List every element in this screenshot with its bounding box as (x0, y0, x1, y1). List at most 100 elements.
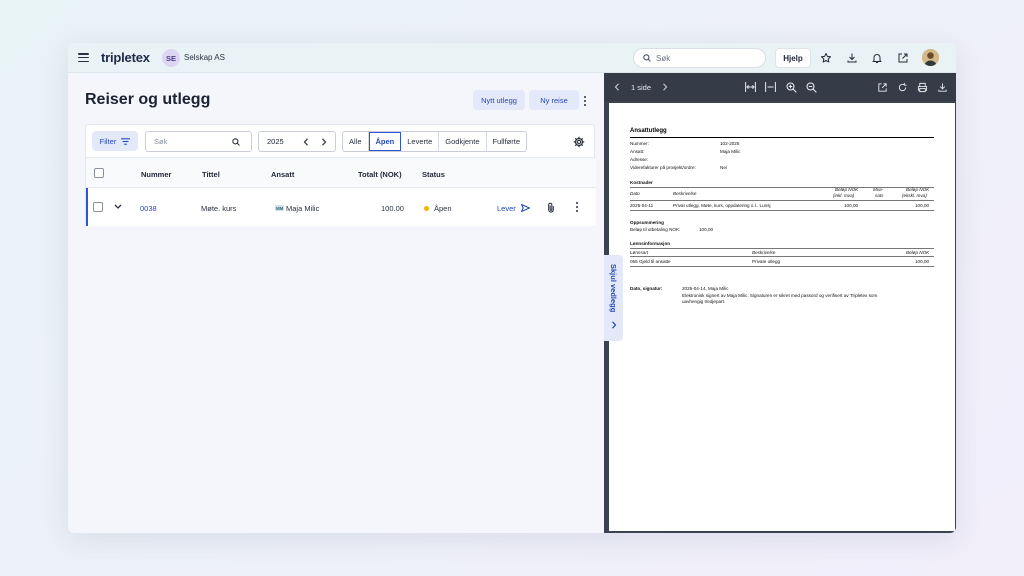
salary-col: Beløp NOK (906, 250, 930, 255)
status-dot (424, 206, 429, 211)
segment-open[interactable]: Åpen (368, 132, 402, 151)
global-search-input[interactable] (656, 53, 756, 63)
summary-value: 100,00 (699, 227, 714, 232)
salary-type: 055 Gjeld til ansatte (630, 259, 671, 264)
segment-completed[interactable]: Fullførte (487, 132, 527, 151)
select-all-checkbox[interactable] (94, 168, 104, 178)
rotate-icon[interactable] (896, 81, 908, 93)
filter-icon (121, 137, 131, 145)
viewer-toolbar: 1 side (604, 73, 956, 101)
signature-label: Dato, signatur: (630, 286, 663, 291)
page-title: Reiser og utlegg (85, 91, 211, 108)
salary-col: Lønnsart (630, 250, 649, 255)
chevron-right-icon[interactable] (321, 138, 327, 146)
fit-width-icon[interactable] (744, 81, 756, 93)
zoom-out-icon[interactable] (805, 81, 817, 93)
cost-description: Privat utlegg. Møte, kurs, oppdatering o… (673, 203, 771, 208)
summary-heading: Oppsummering (630, 220, 664, 225)
doc-divider (630, 248, 934, 249)
row-employee: Maja Milic (286, 204, 320, 213)
costs-col: (ekskl. mva) (902, 193, 927, 198)
doc-divider (630, 256, 934, 257)
year-value: 2025 (267, 137, 284, 146)
send-icon[interactable] (521, 204, 530, 212)
doc-title: Ansattutlegg (630, 128, 667, 134)
open-external-icon[interactable] (896, 51, 910, 65)
new-trip-button[interactable]: Ny reise (529, 90, 579, 110)
table-header: Nummer Tittel Ansatt Totalt (NOK) Status (86, 158, 596, 188)
fit-page-icon[interactable] (764, 81, 776, 93)
doc-divider (630, 210, 934, 211)
deliver-button[interactable]: Lever (497, 204, 516, 213)
paperclip-icon[interactable] (547, 202, 555, 213)
page-count: 1 side (631, 83, 652, 92)
app-logo[interactable]: tripletex (101, 50, 150, 65)
menu-icon[interactable] (78, 53, 89, 63)
costs-col: Beskrivelse (673, 191, 697, 196)
next-page-icon[interactable] (662, 83, 668, 91)
filter-bar: Filter 2025 Alle Åpen Leverte Godkjente … (86, 125, 596, 158)
star-icon[interactable] (819, 51, 833, 65)
costs-col: sats (875, 193, 884, 198)
doc-info-label: Viderefakturer på prosjekt/ordre: (630, 165, 696, 170)
doc-info-label: Ansatt: (630, 149, 645, 154)
segment-delivered[interactable]: Leverte (401, 132, 440, 151)
download-icon[interactable] (845, 51, 859, 65)
row-status: Åpen (434, 204, 452, 213)
salary-col: Beskrivelse (752, 250, 776, 255)
doc-divider (630, 266, 934, 267)
chevron-down-icon[interactable] (114, 204, 122, 210)
company-avatar[interactable]: SE (162, 49, 180, 67)
zoom-in-icon[interactable] (785, 81, 797, 93)
costs-col: (inkl. mva) (833, 193, 855, 198)
cost-incl: 100,00 (844, 203, 859, 208)
column-number[interactable]: Nummer (141, 170, 171, 179)
hide-attachment-label: Skjul vedlegg (609, 264, 618, 313)
more-options-icon[interactable] (582, 96, 588, 106)
search-icon (232, 137, 240, 146)
doc-divider (630, 187, 934, 188)
segment-all[interactable]: Alle (343, 132, 369, 151)
segment-approved[interactable]: Godkjente (439, 132, 487, 151)
signature-date: 2025-04-14, Maja Milic (682, 286, 729, 291)
costs-col: Beløp NOK (906, 187, 930, 192)
signature-line: uavhengig tredjepart. (682, 299, 726, 304)
list-search[interactable] (145, 131, 252, 152)
doc-divider (630, 200, 934, 201)
table-row[interactable]: 0038 Møte. kurs MM Maja Milic 100.00 Åpe… (86, 188, 596, 226)
help-button[interactable]: Hjelp (775, 48, 811, 68)
new-expense-button[interactable]: Nytt utlegg (473, 90, 525, 110)
column-total[interactable]: Totalt (NOK) (358, 170, 402, 179)
signature-line: Elektronisk signert av Maja Milic. Signa… (682, 293, 878, 298)
doc-info-label: Nummer: (630, 141, 649, 146)
costs-col: Dato (630, 191, 640, 196)
hide-attachment-tab[interactable]: Skjul vedlegg (604, 255, 623, 341)
chevron-right-icon (611, 321, 616, 329)
print-icon[interactable] (916, 81, 928, 93)
costs-col: Mva- (873, 187, 884, 192)
search-icon (643, 54, 651, 62)
user-avatar[interactable] (922, 49, 939, 66)
row-title: Møte. kurs (201, 204, 237, 213)
company-name[interactable]: Selskap AS (184, 53, 225, 62)
list-search-input[interactable] (154, 137, 232, 146)
chevron-left-icon[interactable] (303, 138, 309, 146)
open-in-new-icon[interactable] (876, 81, 888, 93)
gear-icon[interactable] (573, 136, 585, 148)
row-checkbox[interactable] (93, 202, 103, 212)
prev-page-icon[interactable] (614, 83, 620, 91)
download-file-icon[interactable] (936, 81, 948, 93)
column-title[interactable]: Tittel (202, 170, 220, 179)
bell-icon[interactable] (870, 51, 884, 65)
doc-info-value: 102-2025 (720, 141, 740, 146)
year-selector: 2025 (258, 131, 336, 152)
document-page: Ansattutlegg Nummer: 102-2025 Ansatt: Ma… (609, 103, 955, 531)
global-search[interactable] (633, 48, 766, 68)
column-employee[interactable]: Ansatt (271, 170, 294, 179)
row-more-icon[interactable] (574, 202, 580, 212)
doc-info-value: Nei (720, 165, 727, 170)
filter-label: Filter (99, 136, 117, 146)
filter-button[interactable]: Filter (92, 131, 138, 151)
column-status[interactable]: Status (422, 170, 445, 179)
row-number-link[interactable]: 0038 (140, 204, 157, 213)
